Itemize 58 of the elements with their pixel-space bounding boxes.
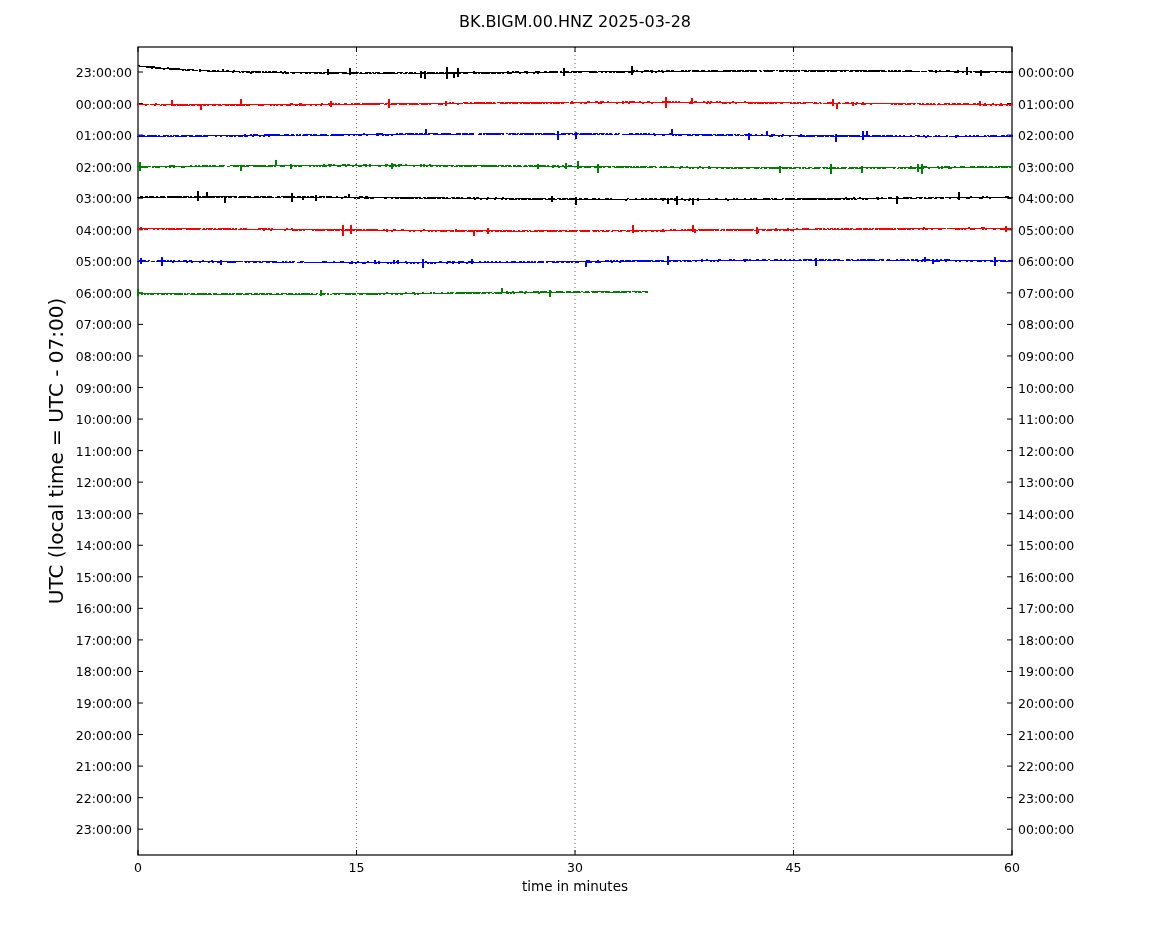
tick-label: 20:00:00: [75, 727, 132, 743]
tick-label: 0: [134, 860, 142, 875]
tick-label: 45: [785, 860, 802, 875]
tick-label: 14:00:00: [75, 538, 132, 554]
tick-label: 23:00:00: [75, 65, 132, 80]
tick-label: 10:00:00: [75, 412, 132, 428]
tick-label: 02:00:00: [75, 159, 132, 175]
tick-label: 13:00:00: [75, 506, 132, 522]
tick-label: 23:00:00: [1018, 790, 1075, 806]
tick-label: 02:00:00: [1018, 128, 1075, 144]
tick-label: 19:00:00: [75, 696, 132, 711]
axis-title: UTC (local time = UTC - 07:00): [44, 297, 68, 605]
tick-label: 01:00:00: [75, 128, 132, 144]
tick-label: 60: [1004, 860, 1020, 875]
tick-label: 15: [348, 860, 365, 875]
tick-label: 17:00:00: [75, 632, 132, 648]
tick-label: 23:00:00: [75, 822, 132, 838]
tick-label: 06:00:00: [75, 285, 132, 301]
tick-label: 14:00:00: [1018, 506, 1075, 522]
tick-label: 08:00:00: [1018, 317, 1075, 333]
tick-label: 05:00:00: [1018, 222, 1075, 238]
tick-label: 09:00:00: [75, 380, 132, 396]
tick-label: 20:00:00: [1018, 696, 1075, 711]
tick-label: 16:00:00: [1018, 569, 1075, 585]
tick-label: 03:00:00: [75, 191, 132, 207]
tick-label: 03:00:00: [1018, 159, 1075, 175]
tick-label: 04:00:00: [75, 222, 132, 238]
tick-label: 04:00:00: [1018, 191, 1075, 207]
tick-label: 06:00:00: [1018, 254, 1075, 270]
tick-label: 30: [567, 860, 583, 875]
tick-label: 01:00:00: [1018, 96, 1075, 112]
tick-label: 22:00:00: [1018, 759, 1075, 775]
tick-label: 09:00:00: [1018, 348, 1075, 364]
tick-label: 19:00:00: [1018, 664, 1075, 680]
chart-title: BK.BIGM.00.HNZ 2025-03-28: [459, 12, 691, 31]
tick-label: 11:00:00: [1018, 412, 1075, 428]
tick-label: 12:00:00: [75, 475, 132, 491]
tick-label: 16:00:00: [75, 601, 132, 617]
axis-title: time in minutes: [522, 878, 628, 894]
tick-label: 13:00:00: [1018, 475, 1075, 491]
tick-label: 12:00:00: [1018, 443, 1075, 459]
tick-label: 07:00:00: [75, 317, 132, 333]
tick-label: 15:00:00: [1018, 538, 1075, 554]
tick-label: 21:00:00: [75, 759, 132, 775]
tick-label: 00:00:00: [1018, 65, 1075, 80]
tick-label: 21:00:00: [1018, 727, 1075, 743]
tick-label: 18:00:00: [75, 664, 132, 680]
tick-label: 17:00:00: [1018, 601, 1075, 617]
tick-label: 22:00:00: [75, 790, 132, 806]
tick-label: 05:00:00: [75, 254, 132, 270]
tick-label: 00:00:00: [75, 96, 132, 112]
tick-label: 08:00:00: [75, 348, 132, 364]
tick-label: 00:00:00: [1018, 822, 1075, 838]
tick-label: 15:00:00: [75, 569, 132, 585]
tick-label: 11:00:00: [75, 443, 132, 459]
tick-label: 18:00:00: [1018, 632, 1075, 648]
tick-label: 07:00:00: [1018, 285, 1075, 301]
tick-label: 10:00:00: [1018, 380, 1075, 396]
